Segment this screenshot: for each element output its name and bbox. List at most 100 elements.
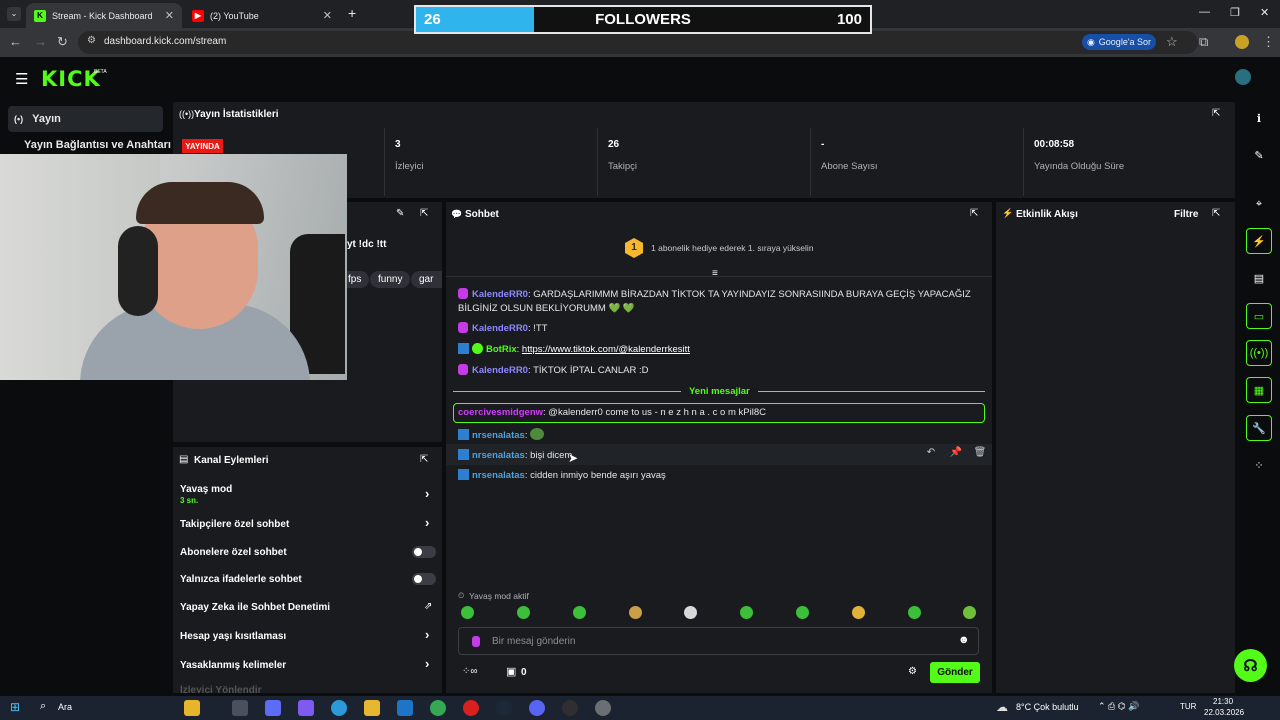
ai-moderation-label[interactable]: Yapay Zeka ile Sohbet Denetimi xyxy=(180,602,330,613)
copilot-app-icon[interactable] xyxy=(265,700,281,716)
apps-icon[interactable]: ⁘ xyxy=(1246,452,1272,478)
chat-username[interactable]: KalendeRR0 xyxy=(472,323,528,334)
lightning-icon[interactable]: ⚡ xyxy=(1246,228,1272,254)
extensions-icon[interactable]: ⧉ xyxy=(1199,34,1208,50)
gift-prompt[interactable]: 1 abonelik hediye ederek 1. sıraya yükse… xyxy=(651,243,814,253)
back-icon[interactable]: ← xyxy=(9,34,22,49)
chat-icon[interactable]: ▭ xyxy=(1246,303,1272,329)
delete-icon[interactable]: 🗑 xyxy=(971,447,989,461)
chat-username[interactable]: nrsenalatas xyxy=(472,430,525,441)
cut-off-row[interactable]: İzleyici Yönlendir xyxy=(180,685,262,693)
help-button[interactable]: ☊ xyxy=(1234,649,1267,682)
chevron-right-icon[interactable]: › xyxy=(425,486,429,501)
file-explorer-icon[interactable] xyxy=(364,700,380,716)
opera-icon[interactable] xyxy=(463,700,479,716)
emote-icon[interactable] xyxy=(740,606,753,619)
site-info-icon[interactable]: ⚙ xyxy=(87,35,96,46)
tag-chip[interactable]: gar xyxy=(411,271,442,288)
popout-icon[interactable]: ⇱ xyxy=(1212,208,1220,219)
chat-link[interactable]: https://www.tiktok.com/@kalenderrkesitt xyxy=(522,344,690,355)
notes-icon[interactable]: ▤ xyxy=(1246,265,1272,291)
tag-chip[interactable]: funny xyxy=(370,271,411,288)
minimize-icon[interactable]: — xyxy=(1199,6,1210,18)
reload-icon[interactable]: ↻ xyxy=(57,34,68,50)
chat-username[interactable]: coercivesmidgenw xyxy=(458,407,543,418)
close-tab-icon[interactable]: ✕ xyxy=(323,9,332,22)
close-window-icon[interactable]: ✕ xyxy=(1260,6,1269,19)
discord-icon[interactable] xyxy=(529,700,545,716)
copilot-msft-icon[interactable] xyxy=(298,700,314,716)
popout-icon[interactable]: ⇱ xyxy=(970,208,978,219)
emote-icon[interactable] xyxy=(963,606,976,619)
pin-icon[interactable]: 📌 xyxy=(947,447,965,461)
info-icon[interactable]: ℹ xyxy=(1246,105,1272,131)
close-tab-icon[interactable]: ✕ xyxy=(165,9,174,22)
browser-tab-kick[interactable]: K Stream - Kick Dashboard ✕ xyxy=(26,3,182,28)
wrench-icon[interactable]: 🔧 xyxy=(1246,415,1272,441)
popout-icon[interactable]: ⇱ xyxy=(420,454,428,465)
emote-icon[interactable] xyxy=(629,606,642,619)
new-tab-icon[interactable]: + xyxy=(348,5,356,21)
hamburger-menu-icon[interactable]: ☰ xyxy=(15,70,28,88)
weather-text[interactable]: 8°C Çok bulutlu xyxy=(1016,702,1079,712)
edge-icon[interactable] xyxy=(331,700,347,716)
steam-icon[interactable] xyxy=(496,700,512,716)
emote-icon[interactable] xyxy=(852,606,865,619)
user-avatar[interactable] xyxy=(1235,69,1251,85)
chevron-right-icon[interactable]: › xyxy=(425,515,429,530)
points-icon[interactable]: ⁘∞ xyxy=(462,666,478,677)
menu-dots-icon[interactable]: ⋮ xyxy=(1262,34,1275,50)
chevron-right-icon[interactable]: › xyxy=(425,656,429,671)
emotes-only-toggle[interactable] xyxy=(412,573,436,585)
external-link-icon[interactable]: ⇗ xyxy=(424,601,432,612)
emote-icon[interactable] xyxy=(517,606,530,619)
emote-icon[interactable] xyxy=(461,606,474,619)
emote-icon[interactable] xyxy=(684,606,697,619)
outlook-icon[interactable] xyxy=(397,700,413,716)
taskbar-search-label[interactable]: Ara xyxy=(58,702,72,712)
profile-avatar[interactable] xyxy=(1235,35,1249,49)
browser-tab-youtube[interactable]: ▶ (2) YouTube ✕ xyxy=(184,3,340,28)
send-button[interactable]: Gönder xyxy=(930,662,980,683)
emote-icon[interactable] xyxy=(908,606,921,619)
followers-only-label[interactable]: Takipçilere özel sohbet xyxy=(180,519,289,530)
edit-icon[interactable]: ✎ xyxy=(1246,142,1272,168)
restore-icon[interactable]: ❐ xyxy=(1230,6,1240,19)
tab-search-icon[interactable]: ⌄ xyxy=(7,7,21,21)
pinned-collapse-icon[interactable]: ≡ xyxy=(712,268,718,279)
popout-icon[interactable]: ⇱ xyxy=(420,208,428,219)
forward-icon[interactable]: → xyxy=(34,34,47,49)
banned-words-label[interactable]: Yasaklanmış kelimeler xyxy=(180,660,286,671)
emote-icon[interactable] xyxy=(573,606,586,619)
chat-input[interactable]: Bir mesaj gönderin ☻ xyxy=(458,627,979,655)
tray-icons[interactable]: ⌃ ⎙ ⌬ 🔊 xyxy=(1098,701,1139,712)
chat-settings-icon[interactable]: ⚙ xyxy=(908,666,917,677)
kick-logo[interactable]: KICK xyxy=(41,67,101,91)
nav-item-stream-key[interactable]: Yayın Bağlantısı ve Anahtarı xyxy=(24,139,171,151)
emoji-picker-icon[interactable]: ☻ xyxy=(958,634,970,646)
clock-app-icon[interactable] xyxy=(595,700,611,716)
obs-icon[interactable] xyxy=(562,700,578,716)
timeout-icon[interactable]: ↶ xyxy=(922,447,940,461)
slow-mode-label[interactable]: Yavaş mod xyxy=(180,484,232,495)
subs-only-toggle[interactable] xyxy=(412,546,436,558)
clock-date[interactable]: 22.03.2026 xyxy=(1204,708,1244,717)
edit-icon[interactable]: ✎ xyxy=(396,208,404,219)
chat-username[interactable]: BotRix xyxy=(486,344,517,355)
chat-username[interactable]: nrsenalatas xyxy=(472,450,525,461)
clock-time[interactable]: 21:30 xyxy=(1213,697,1233,706)
chat-username[interactable]: nrsenalatas xyxy=(472,470,525,481)
chrome-icon[interactable] xyxy=(430,700,446,716)
nav-item-stream[interactable]: (•) Yayın xyxy=(8,106,163,132)
chevron-right-icon[interactable]: › xyxy=(425,627,429,642)
input-language[interactable]: TUR xyxy=(1180,702,1196,711)
chat-username[interactable]: KalendeRR0 xyxy=(472,289,528,300)
popout-icon[interactable]: ⇱ xyxy=(1212,108,1220,119)
layout-icon[interactable]: ▦ xyxy=(1246,377,1272,403)
account-age-label[interactable]: Hesap yaşı kısıtlaması xyxy=(180,631,286,642)
clip-icon[interactable]: ⌖ xyxy=(1246,191,1272,217)
emote-icon[interactable] xyxy=(796,606,809,619)
chat-username[interactable]: KalendeRR0 xyxy=(472,365,528,376)
broadcast-icon[interactable]: ((•)) xyxy=(1246,340,1272,366)
google-ask-button[interactable]: ◉ Google'a Sor xyxy=(1082,34,1156,50)
